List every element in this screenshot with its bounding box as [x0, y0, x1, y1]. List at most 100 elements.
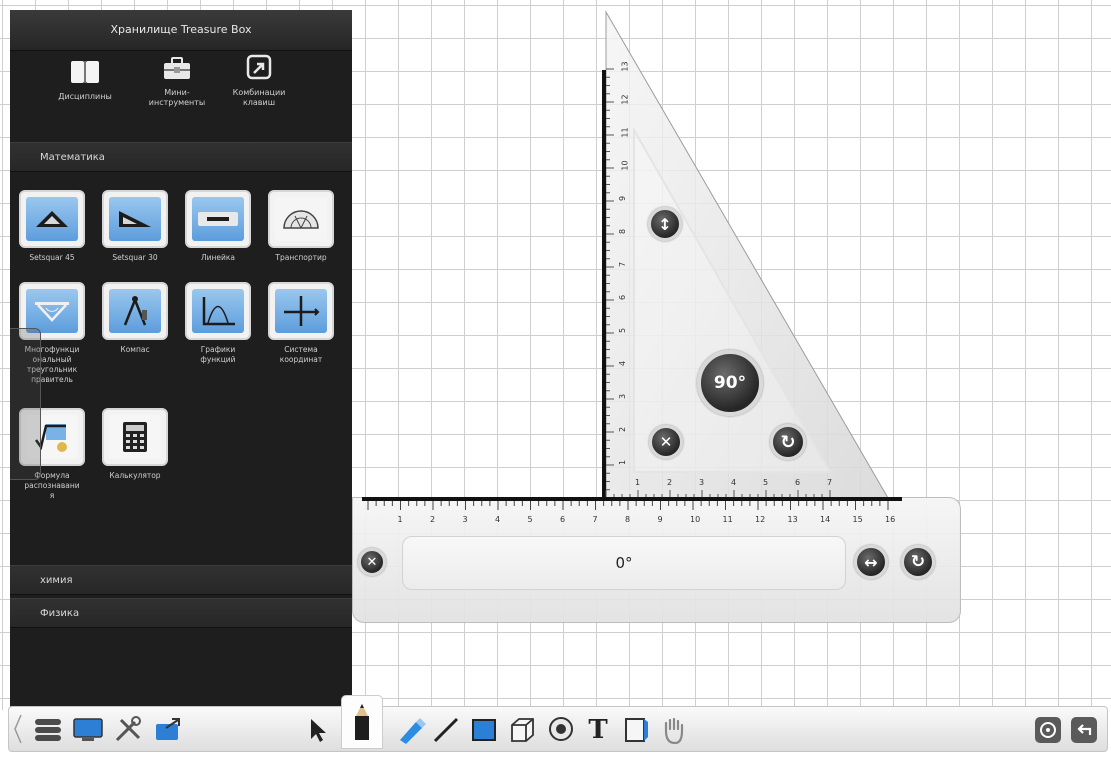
- tab-mini-tools[interactable]: Мини- инструменты: [132, 54, 222, 108]
- setsquare-horizontal-tick-label: 2: [667, 478, 673, 487]
- navigate-icon[interactable]: [1031, 715, 1065, 745]
- ruler-tick-label: 10: [690, 515, 701, 524]
- setsquare-vertical-tick-label: 4: [618, 360, 628, 367]
- ruler-tick-label: 1: [397, 515, 403, 524]
- ruler-tick-label: 12: [755, 515, 766, 524]
- ruler-tick-label: 14: [820, 515, 831, 524]
- function-graph-icon: [192, 289, 244, 333]
- setsquare-vertical-tick-label: 3: [618, 393, 628, 400]
- spotlight-icon[interactable]: [544, 715, 578, 745]
- tool-protractor[interactable]: Транспортир: [263, 190, 339, 263]
- setsquare-angle-label: 90°: [713, 373, 747, 393]
- bottom-toolbar: T: [8, 695, 1108, 752]
- ruler-close-button[interactable]: ✕: [358, 548, 386, 576]
- hand-icon[interactable]: [657, 715, 691, 745]
- ruler-tick-label: 11: [722, 515, 733, 524]
- undo-icon[interactable]: [1067, 715, 1101, 745]
- rotate-icon: ↻: [910, 552, 926, 572]
- tool-ruler[interactable]: Линейка: [180, 190, 256, 263]
- tool-setsquare-45[interactable]: Setsquar 45: [14, 190, 90, 263]
- ruler-tick-label: 8: [625, 515, 631, 524]
- ruler-tick-label: 9: [657, 515, 663, 524]
- tab-mini-tools-label: Мини- инструменты: [148, 88, 206, 107]
- ruler-tick-label: 4: [495, 515, 501, 524]
- shortcut-arrow-icon: [243, 54, 275, 82]
- tool-coordinate-system[interactable]: Система координат: [263, 282, 339, 365]
- setsquare-vertical-tick-label: 12: [620, 94, 630, 105]
- pencil-icon[interactable]: [341, 695, 383, 749]
- setsquare-vertical-tick-label: 8: [618, 228, 628, 235]
- tab-shortcuts-label: Комбинации клавиш: [232, 88, 286, 107]
- coordinate-system-icon: [275, 289, 327, 333]
- highlighter-icon[interactable]: [394, 715, 428, 745]
- setsquare-30-icon: [109, 197, 161, 241]
- menu-icon[interactable]: [31, 715, 65, 745]
- left-right-arrow-icon: ↔: [864, 552, 878, 572]
- angle-90-indicator[interactable]: 90°: [697, 350, 763, 416]
- rectangle-icon[interactable]: [467, 715, 501, 745]
- tools-icon[interactable]: [111, 715, 145, 745]
- move-vertical-button[interactable]: ↕: [648, 207, 682, 241]
- setsquare-vertical-tick-label: 7: [618, 261, 628, 268]
- ruler-angle-display: 0°: [402, 536, 846, 590]
- setsquare-vertical-tick-label: 10: [620, 160, 630, 171]
- setsquare-horizontal-tick-label: 5: [763, 478, 769, 487]
- tab-disciplines[interactable]: Дисциплины: [40, 58, 130, 101]
- toolbar-collapse-chevron-icon[interactable]: [13, 713, 23, 745]
- rotate-icon: ↻: [780, 431, 796, 453]
- line-icon[interactable]: [429, 715, 463, 745]
- close-icon: ✕: [366, 554, 378, 570]
- calculator-icon: [109, 415, 161, 459]
- setsquare-horizontal-tick-label: 7: [827, 478, 833, 487]
- export-icon[interactable]: [151, 715, 185, 745]
- text-icon[interactable]: T: [581, 715, 615, 745]
- tool-setsquare-30[interactable]: Setsquar 30: [97, 190, 173, 263]
- panel-collapse-handle[interactable]: [10, 328, 41, 480]
- tool-compass[interactable]: Компас: [97, 282, 173, 355]
- section-math[interactable]: Математика: [10, 142, 352, 172]
- select-arrow-icon[interactable]: [301, 715, 335, 745]
- setsquare-vertical-tick-label: 9: [618, 195, 628, 202]
- setsquare-horizontal-tick-label: 6: [795, 478, 801, 487]
- tab-disciplines-label: Дисциплины: [58, 92, 112, 101]
- section-chemistry[interactable]: химия: [10, 565, 352, 595]
- panel-title: Хранилище Treasure Box: [10, 10, 352, 51]
- tool-function-graph[interactable]: Графики функций: [180, 282, 256, 365]
- setsquare-vertical-tick-label: 1: [618, 459, 628, 466]
- tool-calculator[interactable]: Калькулятор: [97, 408, 173, 481]
- display-icon[interactable]: [71, 715, 105, 745]
- setsquare-horizontal-tick-label: 3: [699, 478, 705, 487]
- ruler-icon: [192, 197, 244, 241]
- page-icon[interactable]: [619, 715, 653, 745]
- ruler-tick-label: 5: [527, 515, 533, 524]
- setsquare-close-button[interactable]: ✕: [649, 425, 683, 459]
- treasure-box-panel: Хранилище Treasure Box Дисциплины Мини- …: [10, 10, 352, 710]
- ruler-tick-label: 7: [592, 515, 598, 524]
- ruler-tick-label: 16: [885, 515, 896, 524]
- section-physics[interactable]: Физика: [10, 598, 352, 628]
- ruler-stretch-button[interactable]: ↔: [854, 545, 888, 579]
- ruler-tick-label: 15: [852, 515, 863, 524]
- ruler-rotate-button[interactable]: ↻: [901, 545, 935, 579]
- ruler-tick-label: 2: [430, 515, 436, 524]
- tab-shortcuts[interactable]: Комбинации клавиш: [214, 54, 304, 108]
- setsquare-horizontal-tick-label: 1: [635, 478, 641, 487]
- up-down-arrow-icon: ↕: [658, 214, 672, 234]
- toolbox-icon: [161, 54, 193, 82]
- protractor-icon: [275, 197, 327, 241]
- ruler-angle-value: 0°: [615, 554, 633, 572]
- setsquare-30-instrument[interactable]: [598, 10, 898, 502]
- setsquare-vertical-tick-label: 13: [620, 61, 630, 72]
- cube-icon[interactable]: [505, 715, 539, 745]
- setsquare-vertical-tick-label: 6: [618, 294, 628, 301]
- setsquare-rotate-button[interactable]: ↻: [770, 424, 806, 460]
- book-icon: [69, 58, 101, 86]
- setsquare-vertical-tick-label: 5: [618, 327, 628, 334]
- compass-icon: [109, 289, 161, 333]
- ruler-scale: [362, 497, 902, 510]
- ruler-tick-label: 13: [787, 515, 798, 524]
- setsquare-vertical-tick-label: 2: [618, 426, 628, 433]
- close-icon: ✕: [659, 433, 673, 451]
- setsquare-horizontal-tick-label: 4: [731, 478, 737, 487]
- multi-triangle-icon: [26, 289, 78, 333]
